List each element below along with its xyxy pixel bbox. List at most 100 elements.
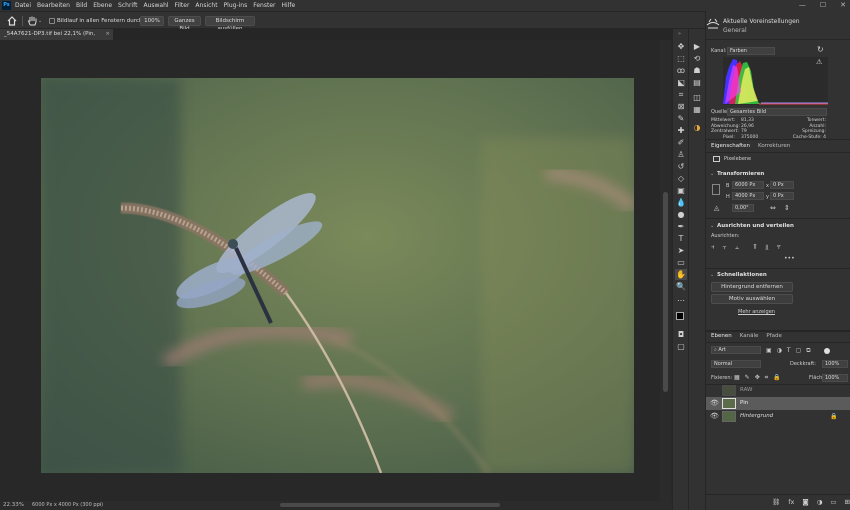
layer-row[interactable]: RAW bbox=[706, 384, 850, 397]
marquee-tool-icon[interactable]: ⬚ bbox=[675, 53, 687, 64]
maximize-button[interactable]: ☐ bbox=[820, 0, 826, 11]
healing-brush-icon[interactable]: ✚ bbox=[675, 125, 687, 136]
menu-bild[interactable]: Bild bbox=[76, 0, 87, 11]
tab-properties[interactable]: Eigenschaften bbox=[711, 143, 750, 149]
refresh-icon[interactable]: ↻ bbox=[817, 45, 824, 54]
comments-panel-icon[interactable]: ▤ bbox=[691, 77, 703, 88]
menu-datei[interactable]: Datei bbox=[15, 0, 31, 11]
lasso-tool-icon[interactable]: ꝏ bbox=[675, 65, 687, 76]
menu-ansicht[interactable]: Ansicht bbox=[195, 0, 217, 11]
blend-mode-select[interactable]: Normal bbox=[711, 360, 761, 368]
new-adjustment-icon[interactable]: ◑ bbox=[817, 498, 823, 506]
screen-mode-icon[interactable]: ▢ bbox=[675, 341, 687, 352]
object-selection-icon[interactable]: ⬕ bbox=[675, 77, 687, 88]
flip-horizontal-icon[interactable]: ⇔ bbox=[770, 204, 776, 212]
pen-tool-icon[interactable]: ✒ bbox=[675, 221, 687, 232]
vertical-scroll-thumb[interactable] bbox=[663, 192, 668, 392]
remove-background-button[interactable]: Hintergrund entfernen bbox=[711, 282, 793, 292]
lock-paint-icon[interactable]: ✎ bbox=[745, 374, 750, 382]
status-arrow-icon[interactable]: › bbox=[99, 501, 101, 510]
gradient-tool-icon[interactable]: ▣ bbox=[675, 185, 687, 196]
zoom-tool-icon[interactable]: 🔍 bbox=[675, 281, 687, 292]
libraries-panel-icon[interactable]: ◫ bbox=[691, 92, 703, 103]
align-left-icon[interactable]: ⫞ bbox=[711, 243, 715, 252]
vertical-scrollbar[interactable] bbox=[660, 40, 671, 502]
tab-paths[interactable]: Pfade bbox=[766, 333, 782, 339]
align-center-h-icon[interactable]: ⫟ bbox=[723, 243, 727, 252]
menu-fenster[interactable]: Fenster bbox=[253, 0, 275, 11]
new-group-icon[interactable]: ▭ bbox=[830, 498, 836, 506]
close-tab-icon[interactable]: × bbox=[105, 29, 110, 40]
foreground-color-swatch[interactable] bbox=[676, 312, 684, 320]
path-selection-icon[interactable]: ➤ bbox=[675, 245, 687, 256]
fit-screen-button[interactable]: Ganzes Bild bbox=[168, 16, 201, 32]
menu-schrift[interactable]: Schrift bbox=[118, 0, 137, 11]
hand-tool-icon[interactable] bbox=[27, 15, 37, 26]
fill-field[interactable]: 100% bbox=[822, 374, 848, 382]
eyedropper-icon[interactable]: ✎ bbox=[675, 113, 687, 124]
filter-adjustment-icon[interactable]: ◑ bbox=[777, 347, 782, 355]
close-window-button[interactable]: ✕ bbox=[840, 0, 846, 11]
filter-pixel-icon[interactable]: ▣ bbox=[766, 347, 772, 355]
chevron-down-icon[interactable]: ⌄ bbox=[710, 223, 714, 229]
filter-type-icon[interactable]: T bbox=[787, 347, 791, 355]
quick-mask-icon[interactable]: ◘ bbox=[675, 329, 687, 340]
zoom-level[interactable]: 22.33% bbox=[3, 501, 24, 510]
filter-shape-icon[interactable]: ▢ bbox=[796, 347, 802, 355]
chevron-down-icon[interactable]: ⌄ bbox=[38, 18, 42, 24]
zoom-100-button[interactable]: 100% bbox=[140, 16, 164, 26]
fill-screen-button[interactable]: Bildschirm ausfüllen bbox=[205, 16, 255, 32]
eraser-tool-icon[interactable]: ◇ bbox=[675, 173, 687, 184]
minimize-button[interactable]: — bbox=[799, 0, 806, 11]
history-panel-icon[interactable]: ⟲ bbox=[691, 53, 703, 64]
add-mask-icon[interactable]: ◙ bbox=[802, 498, 808, 506]
filter-toggle[interactable] bbox=[824, 348, 830, 354]
layer-name[interactable]: Pin bbox=[740, 397, 748, 410]
layer-row[interactable]: 👁 Hintergrund 🔒 bbox=[706, 410, 850, 423]
menu-bearbeiten[interactable]: Bearbeiten bbox=[37, 0, 70, 11]
opacity-field[interactable]: 100% bbox=[822, 360, 848, 368]
layer-style-icon[interactable]: fx bbox=[788, 498, 794, 506]
align-middle-v-icon[interactable]: ⫫ bbox=[765, 243, 769, 252]
height-field[interactable]: 4000 Px bbox=[732, 192, 764, 200]
collapse-icon[interactable]: » bbox=[678, 31, 681, 37]
move-tool-icon[interactable]: ✥ bbox=[675, 41, 687, 52]
document-image[interactable] bbox=[41, 78, 634, 473]
menu-hilfe[interactable]: Hilfe bbox=[282, 0, 296, 11]
lock-transparency-icon[interactable]: ▦ bbox=[734, 374, 740, 382]
show-more-link[interactable]: Mehr anzeigen bbox=[738, 309, 775, 315]
blur-tool-icon[interactable]: 💧 bbox=[675, 197, 687, 208]
scroll-all-checkbox[interactable] bbox=[49, 18, 55, 24]
more-options-icon[interactable]: ••• bbox=[784, 255, 795, 262]
actions-panel-icon[interactable]: ☗ bbox=[691, 65, 703, 76]
play-icon[interactable]: ▶ bbox=[691, 41, 703, 52]
new-layer-icon[interactable]: ⊞ bbox=[845, 498, 850, 506]
filter-smart-icon[interactable]: ⧉ bbox=[806, 347, 810, 355]
layer-kind-filter[interactable]: ⌕ Art bbox=[711, 346, 761, 354]
stamp-tool-icon[interactable]: ♙ bbox=[675, 149, 687, 160]
layer-row-selected[interactable]: 👁 Pin bbox=[706, 397, 850, 410]
channel-select[interactable]: Farben bbox=[727, 47, 775, 55]
frame-tool-icon[interactable]: ⊠ bbox=[675, 101, 687, 112]
hand-tool-icon[interactable]: ✋ bbox=[675, 269, 687, 280]
menu-auswahl[interactable]: Auswahl bbox=[143, 0, 168, 11]
visibility-eye-icon[interactable]: 👁 bbox=[710, 410, 719, 423]
lock-artboard-icon[interactable]: ⌗ bbox=[765, 374, 768, 382]
lock-position-icon[interactable]: ✥ bbox=[755, 374, 760, 382]
menu-plugins[interactable]: Plug-ins bbox=[224, 0, 248, 11]
more-tools-icon[interactable]: … bbox=[675, 293, 687, 304]
link-icon[interactable] bbox=[712, 184, 720, 195]
presets-icon[interactable] bbox=[706, 17, 720, 29]
warning-icon[interactable]: ⚠ bbox=[816, 58, 822, 66]
angle-field[interactable]: 0,00° bbox=[732, 204, 754, 212]
menu-ebene[interactable]: Ebene bbox=[93, 0, 112, 11]
y-field[interactable]: 0 Px bbox=[770, 192, 794, 200]
align-right-icon[interactable]: ⫠ bbox=[735, 243, 739, 252]
select-subject-button[interactable]: Motiv auswählen bbox=[711, 294, 793, 304]
brush-tool-icon[interactable]: ✐ bbox=[675, 137, 687, 148]
align-bottom-icon[interactable]: ⫧ bbox=[777, 243, 781, 252]
x-field[interactable]: 0 Px bbox=[770, 181, 794, 189]
layer-name[interactable]: RAW bbox=[740, 384, 753, 397]
crop-tool-icon[interactable]: ⌗ bbox=[675, 89, 687, 100]
flip-vertical-icon[interactable]: ⇕ bbox=[784, 204, 790, 212]
